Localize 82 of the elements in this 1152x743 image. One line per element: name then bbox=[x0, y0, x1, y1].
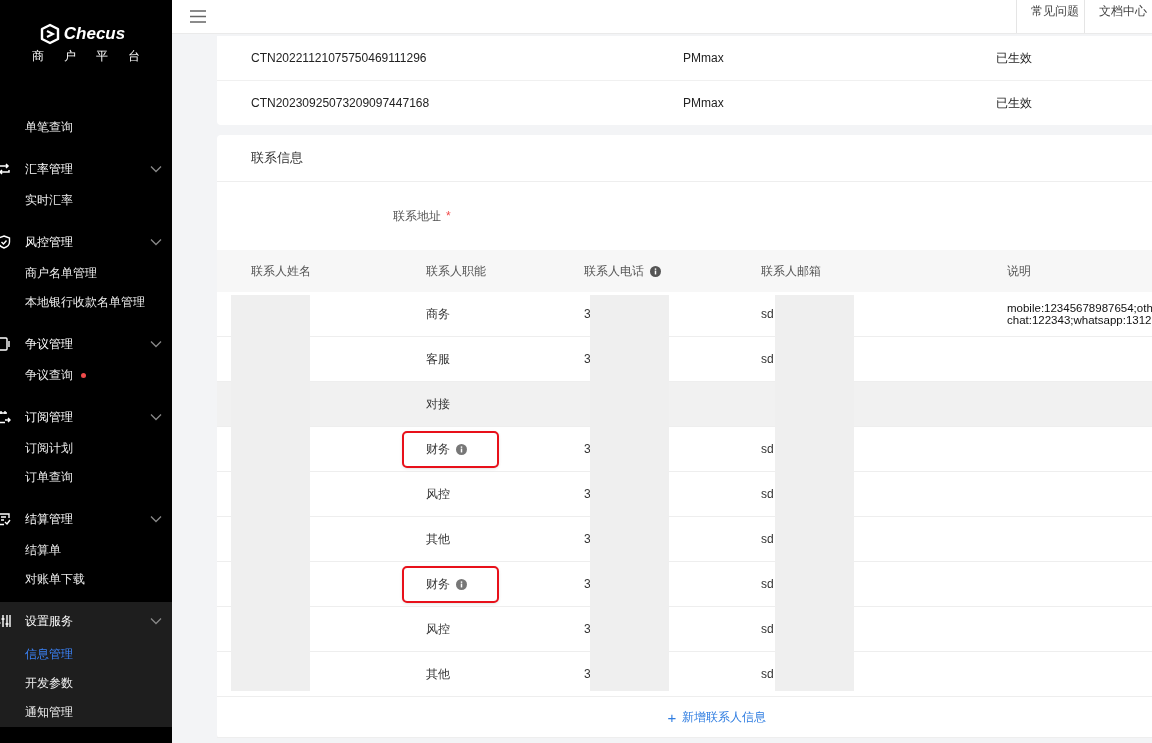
table-cell: sd bbox=[761, 622, 774, 636]
chevron-icon bbox=[150, 340, 162, 348]
table-cell: 其他 bbox=[426, 665, 450, 683]
menu-item[interactable]: 信息管理 bbox=[0, 640, 172, 669]
menu-item[interactable]: 本地银行收款名单管理 bbox=[0, 288, 172, 317]
table-cell-text: 已生效 bbox=[996, 49, 1033, 67]
logo-icon bbox=[38, 23, 61, 45]
shield-icon bbox=[0, 235, 11, 249]
menu-item[interactable]: 争议查询 bbox=[0, 361, 172, 390]
menu-item[interactable]: 结算单 bbox=[0, 536, 172, 565]
menu-item[interactable]: 订单查询 bbox=[0, 463, 172, 492]
table-cell: 对接 bbox=[426, 395, 450, 413]
bill-icon bbox=[0, 512, 11, 526]
chevron-icon bbox=[150, 515, 162, 523]
table-cell: 风控 bbox=[426, 485, 450, 503]
table-cell-text: PMmax bbox=[683, 51, 725, 65]
table-cell: chat:122343;whatsapp:1312 bbox=[1007, 314, 1152, 326]
column-header: 联系人职能 bbox=[426, 262, 486, 280]
menu-icon[interactable] bbox=[190, 10, 206, 23]
table-cell: sd bbox=[761, 487, 774, 501]
table-cell: 3 bbox=[584, 667, 591, 681]
column-header: 联系人邮箱 bbox=[761, 262, 821, 280]
chevron-icon bbox=[150, 238, 162, 246]
table-cell-text: CTN20221121075750469111296 bbox=[251, 51, 428, 65]
table-cell: 3 bbox=[584, 577, 591, 591]
table-cell: 3 bbox=[584, 487, 591, 501]
menu-group[interactable]: 结算管理 bbox=[0, 504, 172, 534]
info-icon bbox=[456, 443, 467, 455]
field-label: 联系地址 bbox=[393, 207, 441, 225]
table-cell: sd bbox=[761, 352, 774, 366]
table-cell: sd bbox=[761, 577, 774, 591]
phone-icon bbox=[0, 337, 11, 351]
chevron-icon bbox=[150, 413, 162, 421]
table-cell: sd bbox=[761, 532, 774, 546]
menu-group[interactable]: 风控管理 bbox=[0, 227, 172, 257]
menu-group[interactable]: 订阅管理 bbox=[0, 402, 172, 432]
table-cell: 3 bbox=[584, 352, 591, 366]
menu-group[interactable]: 汇率管理 bbox=[0, 154, 172, 184]
column-header: 说明 bbox=[1007, 262, 1031, 280]
menu-item[interactable]: 对账单下载 bbox=[0, 565, 172, 594]
table-cell-text: CTN20230925073209097447168 bbox=[251, 96, 431, 110]
table-cell: sd bbox=[761, 442, 774, 456]
table-cell: 商务 bbox=[426, 305, 450, 323]
table-cell: sd bbox=[761, 307, 774, 321]
chevron-icon bbox=[150, 617, 162, 625]
table-cell: 3 bbox=[584, 622, 591, 636]
table-cell: 客服 bbox=[426, 350, 450, 368]
table-cell: 财务 bbox=[426, 440, 450, 458]
header-link[interactable]: 常见问题 bbox=[1016, 0, 1084, 33]
add-contact-button[interactable]: + 新增联系人信息 bbox=[663, 706, 771, 728]
info-icon bbox=[650, 265, 661, 277]
table-cell: 其他 bbox=[426, 530, 450, 548]
menu-item[interactable]: 商户名单管理 bbox=[0, 259, 172, 288]
menu-group[interactable]: 设置服务 bbox=[0, 602, 172, 640]
column-header: 联系人姓名 bbox=[251, 262, 311, 280]
table-cell-text: PMmax bbox=[683, 96, 725, 110]
section-title: 联系信息 bbox=[217, 135, 1152, 182]
menu-item[interactable]: 实时汇率 bbox=[0, 186, 172, 215]
menu-item[interactable]: 通知管理 bbox=[0, 698, 172, 727]
info-icon bbox=[456, 578, 467, 590]
table-cell: sd bbox=[761, 667, 774, 681]
logo-subtitle: 商户平台 bbox=[32, 48, 160, 65]
table-cell: 3 bbox=[584, 307, 591, 321]
logo-text: Checus bbox=[63, 24, 126, 44]
notification-dot bbox=[81, 373, 86, 378]
header-link[interactable]: 文档中心 bbox=[1084, 0, 1152, 33]
chevron-icon bbox=[150, 165, 162, 173]
column-header: 联系人电话 bbox=[584, 262, 644, 280]
table-cell: 3 bbox=[584, 532, 591, 546]
table-cell: 风控 bbox=[426, 620, 450, 638]
menu-item[interactable]: 开发参数 bbox=[0, 669, 172, 698]
required-mark: * bbox=[446, 209, 451, 223]
table-cell: 财务 bbox=[426, 575, 450, 593]
menu-group[interactable]: 争议管理 bbox=[0, 329, 172, 359]
menu-item[interactable]: 订阅计划 bbox=[0, 434, 172, 463]
table-cell: mobile:12345678987654;oth bbox=[1007, 302, 1152, 314]
table-cell-text: 已生效 bbox=[996, 94, 1033, 112]
menu-item[interactable]: 单笔查询 bbox=[0, 113, 172, 142]
sliders-icon bbox=[0, 614, 11, 628]
table-cell: 3 bbox=[584, 442, 591, 456]
exchange-icon bbox=[0, 162, 11, 176]
calendar-icon bbox=[0, 410, 11, 424]
